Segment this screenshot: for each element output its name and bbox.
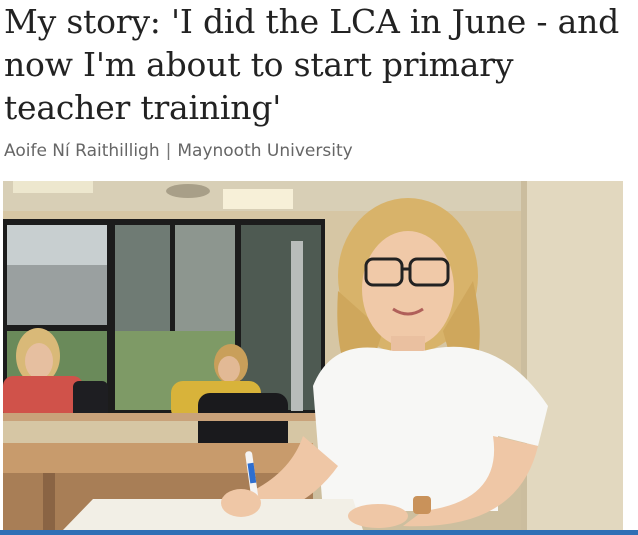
photo-illustration [3,181,623,530]
article-headline: My story: 'I did the LCA in June - and n… [4,2,620,127]
byline-separator: | [165,141,172,161]
author-name[interactable]: Aoife Ní Raithilligh [4,141,160,161]
byline: Aoife Ní Raithilligh | Maynooth University [4,141,353,161]
accent-bar [0,530,638,535]
article-photo[interactable] [3,181,623,530]
author-organisation: Maynooth University [177,141,353,161]
